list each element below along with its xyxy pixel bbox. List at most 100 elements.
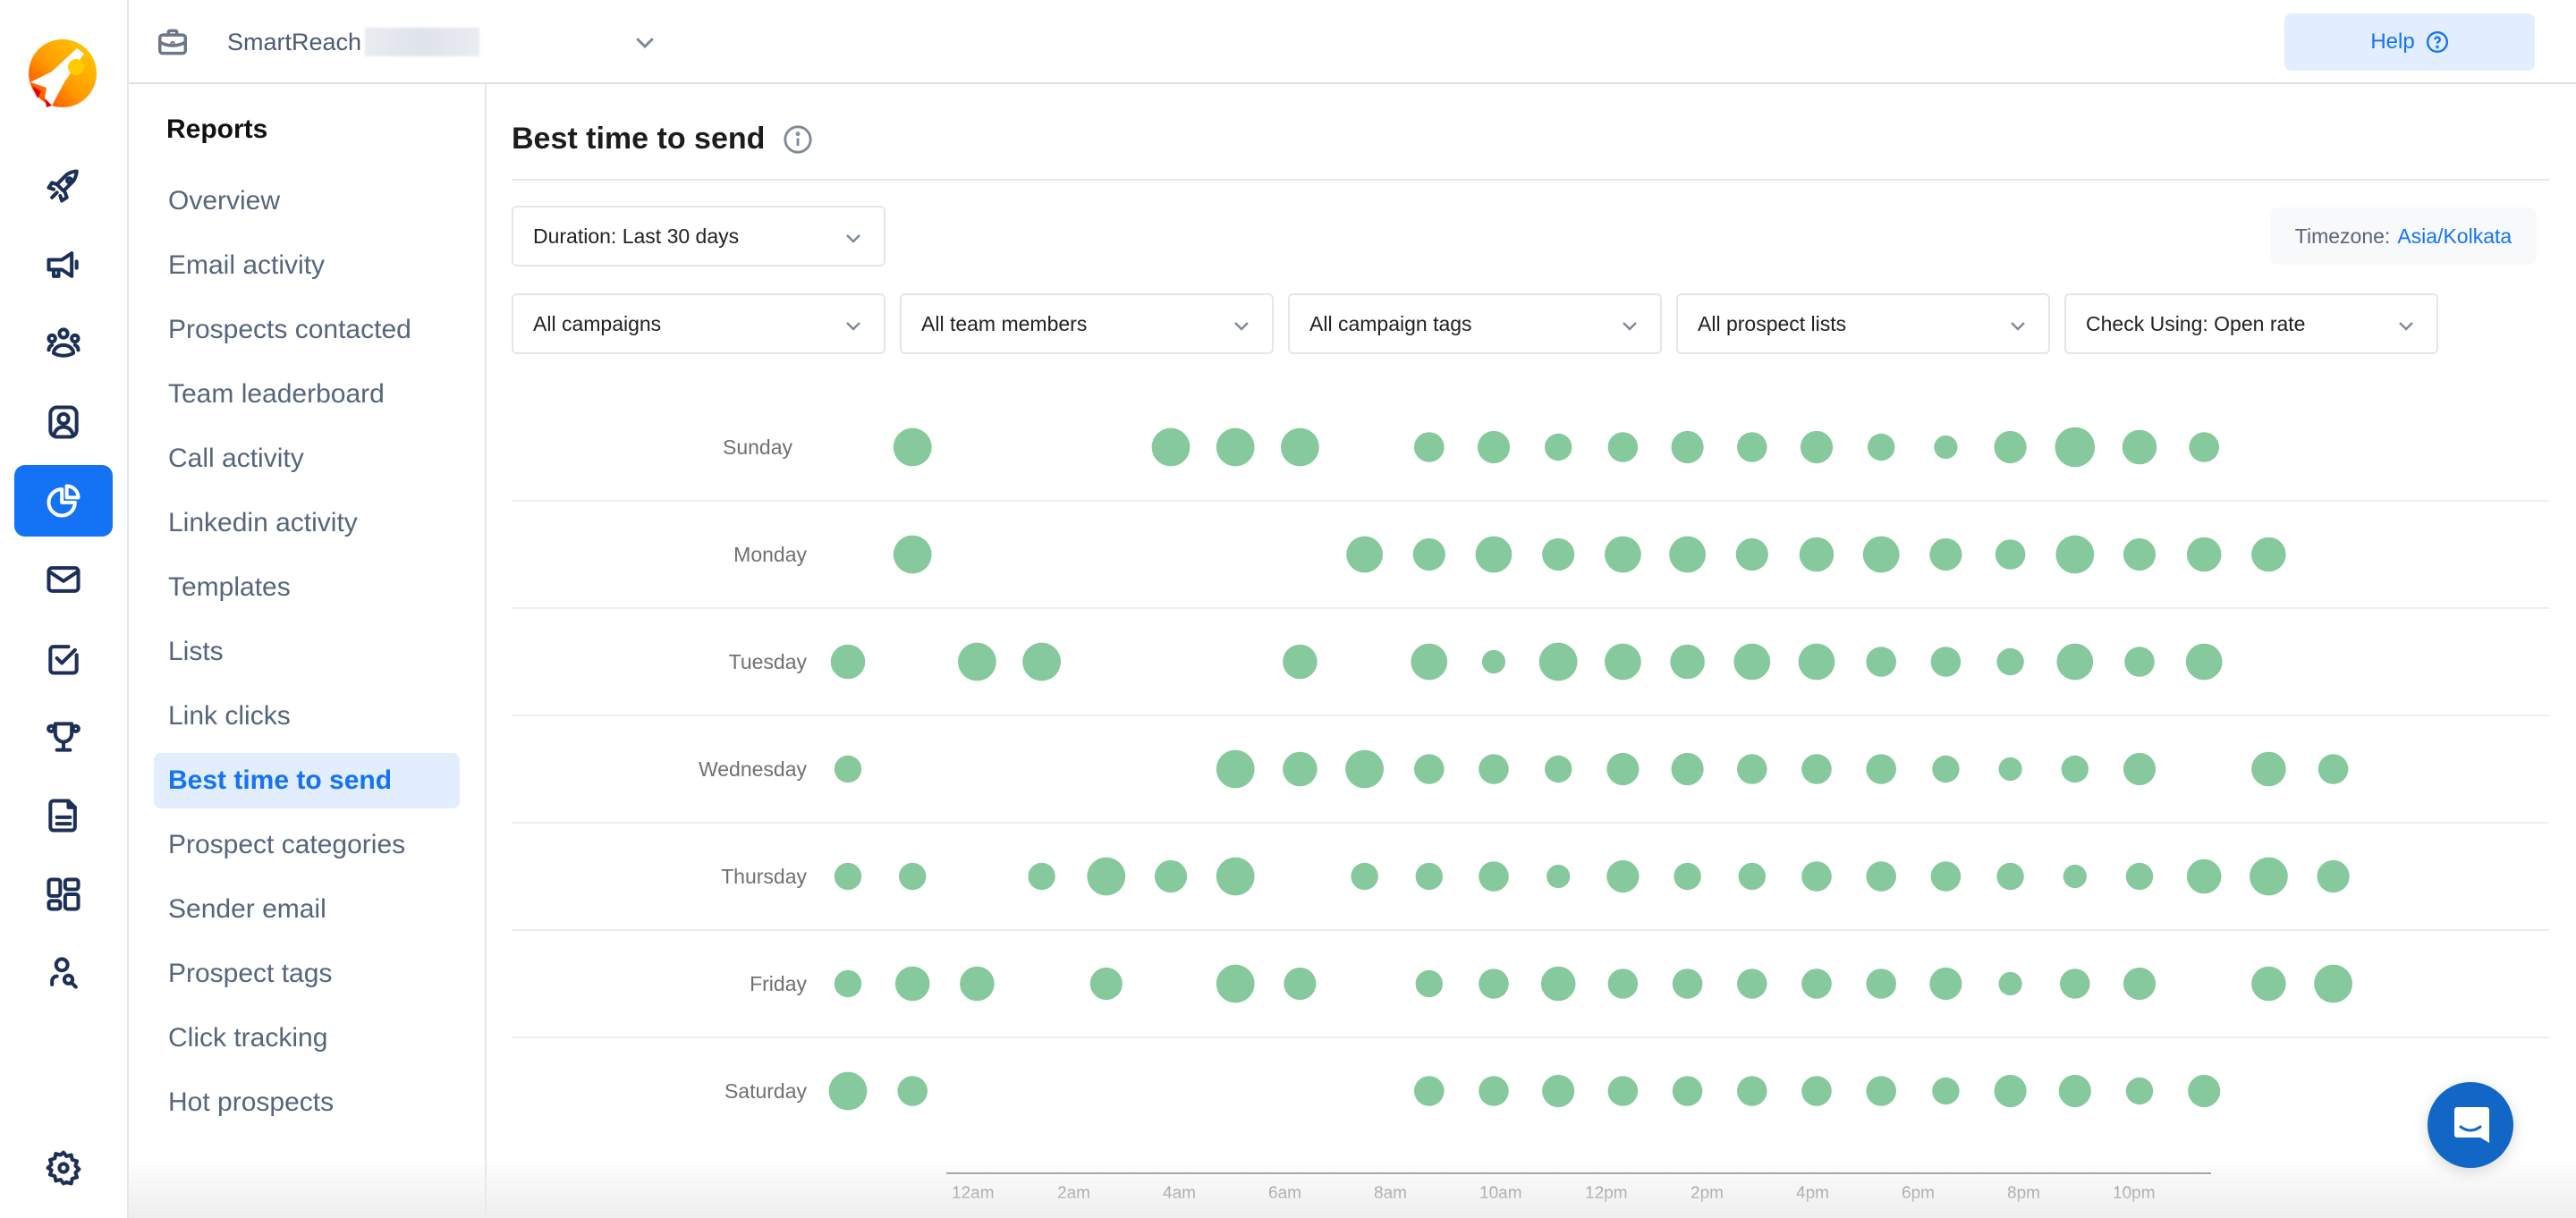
bubble-sunday-h9[interactable]: [1414, 432, 1445, 462]
rail-item-team[interactable]: [14, 308, 113, 379]
reports-nav-email-activity[interactable]: Email activity: [154, 238, 460, 293]
bubble-wednesday-h11[interactable]: [1545, 755, 1572, 783]
bubble-monday-h14[interactable]: [1735, 537, 1768, 571]
bubble-thursday-h21[interactable]: [2186, 859, 2222, 894]
campaigns-filter[interactable]: All campaigns: [512, 293, 886, 354]
bubble-thursday-h9[interactable]: [1415, 862, 1443, 891]
bubble-monday-h19[interactable]: [2055, 535, 2095, 574]
bubble-saturday-h18[interactable]: [1994, 1074, 2027, 1108]
bubble-wednesday-h6[interactable]: [1216, 749, 1255, 789]
bubble-tuesday-h13[interactable]: [1670, 644, 1705, 680]
bubble-monday-h20[interactable]: [2123, 537, 2157, 571]
bubble-friday-h22[interactable]: [2251, 966, 2286, 1002]
bubble-thursday-h22[interactable]: [2250, 857, 2288, 896]
bubble-sunday-h13[interactable]: [1671, 430, 1704, 464]
bubble-wednesday-h14[interactable]: [1737, 754, 1767, 784]
bubble-friday-h15[interactable]: [1801, 968, 1832, 999]
bubble-tuesday-h10[interactable]: [1481, 649, 1506, 674]
bubble-friday-h6[interactable]: [1216, 964, 1255, 1003]
smartreach-logo[interactable]: [25, 36, 100, 111]
bubble-friday-h16[interactable]: [1866, 968, 1896, 999]
bubble-friday-h11[interactable]: [1540, 966, 1576, 1002]
bubble-wednesday-h9[interactable]: [1414, 754, 1445, 784]
bubble-monday-h11[interactable]: [1542, 537, 1575, 571]
bubble-saturday-h11[interactable]: [1542, 1074, 1575, 1108]
bubble-saturday-h1[interactable]: [897, 1076, 928, 1106]
rail-item-settings[interactable]: [14, 1132, 113, 1204]
bubble-friday-h1[interactable]: [894, 966, 930, 1002]
bubble-sunday-h20[interactable]: [2122, 429, 2157, 465]
bubble-saturday-h19[interactable]: [2058, 1074, 2091, 1108]
bubble-monday-h21[interactable]: [2186, 537, 2222, 572]
bubble-wednesday-h18[interactable]: [1998, 757, 2022, 782]
reports-nav-team-leaderboard[interactable]: Team leaderboard: [154, 367, 460, 422]
bubble-wednesday-h7[interactable]: [1283, 751, 1318, 787]
rail-item-reports[interactable]: [14, 465, 113, 537]
bubble-sunday-h15[interactable]: [1800, 430, 1834, 464]
rail-item-campaigns-broadcast[interactable]: [14, 229, 113, 300]
rail-item-campaigns[interactable]: [14, 150, 113, 222]
bubble-wednesday-h10[interactable]: [1479, 754, 1509, 784]
timezone-value[interactable]: Asia/Kolkata: [2397, 224, 2512, 249]
bubble-monday-h15[interactable]: [1799, 537, 1835, 572]
bubble-thursday-h6[interactable]: [1216, 857, 1255, 896]
bubble-wednesday-h19[interactable]: [2061, 755, 2089, 783]
reports-nav-best-time-to-send[interactable]: Best time to send: [154, 753, 460, 808]
bubble-saturday-h12[interactable]: [1607, 1076, 1639, 1106]
reports-nav-prospect-categories[interactable]: Prospect categories: [154, 817, 460, 873]
bubble-sunday-h5[interactable]: [1151, 427, 1191, 467]
bubble-monday-h9[interactable]: [1412, 537, 1445, 571]
bubble-tuesday-h19[interactable]: [2056, 643, 2094, 681]
bubble-wednesday-h17[interactable]: [1932, 755, 1960, 783]
bubble-thursday-h19[interactable]: [2063, 864, 2087, 889]
rail-item-templates[interactable]: [14, 780, 113, 851]
bubble-friday-h12[interactable]: [1607, 968, 1639, 999]
bubble-saturday-h10[interactable]: [1479, 1076, 1509, 1106]
bubble-friday-h17[interactable]: [1929, 967, 1962, 1001]
bubble-sunday-h1[interactable]: [893, 427, 932, 467]
rail-item-leaderboard[interactable]: [14, 701, 113, 773]
prospect-lists-filter[interactable]: All prospect lists: [1676, 293, 2050, 354]
help-button[interactable]: Help: [2284, 13, 2535, 71]
bubble-friday-h18[interactable]: [1998, 971, 2022, 996]
bubble-saturday-h20[interactable]: [2125, 1077, 2154, 1105]
check-using-filter[interactable]: Check Using: Open rate: [2064, 293, 2438, 354]
bubble-friday-h23[interactable]: [2314, 964, 2352, 1003]
bubble-wednesday-h23[interactable]: [2318, 754, 2349, 784]
bubble-monday-h1[interactable]: [893, 535, 932, 574]
bubble-thursday-h16[interactable]: [1866, 861, 1896, 892]
bubble-tuesday-h9[interactable]: [1411, 643, 1448, 681]
reports-nav-sender-email[interactable]: Sender email: [154, 882, 460, 937]
bubble-tuesday-h17[interactable]: [1930, 647, 1962, 677]
campaign-tags-filter[interactable]: All campaign tags: [1288, 293, 1662, 354]
bubble-sunday-h17[interactable]: [1934, 435, 1958, 460]
bubble-wednesday-h8[interactable]: [1345, 749, 1384, 789]
bubble-thursday-h23[interactable]: [2317, 859, 2350, 893]
bubble-saturday-h9[interactable]: [1414, 1076, 1445, 1106]
bubble-sunday-h6[interactable]: [1216, 427, 1255, 467]
bubble-monday-h17[interactable]: [1929, 537, 1962, 571]
bubble-tuesday-h21[interactable]: [2185, 643, 2223, 681]
reports-nav-prospects-contacted[interactable]: Prospects contacted: [154, 302, 460, 358]
bubble-thursday-h20[interactable]: [2125, 862, 2154, 891]
bubble-tuesday-h2[interactable]: [958, 642, 996, 681]
bubble-saturday-h14[interactable]: [1737, 1076, 1767, 1106]
bubble-friday-h10[interactable]: [1479, 968, 1509, 999]
rail-item-inbox[interactable]: [14, 544, 113, 615]
reports-nav-link-clicks[interactable]: Link clicks: [154, 689, 460, 744]
rail-item-tasks[interactable]: [14, 622, 113, 694]
bubble-saturday-h15[interactable]: [1801, 1076, 1832, 1106]
bubble-friday-h19[interactable]: [2060, 968, 2090, 999]
support-chat-button[interactable]: [2428, 1082, 2513, 1168]
bubble-saturday-h16[interactable]: [1866, 1076, 1896, 1106]
reports-nav-linkedin-activity[interactable]: Linkedin activity: [154, 495, 460, 551]
bubble-tuesday-h7[interactable]: [1283, 644, 1318, 680]
reports-nav-templates[interactable]: Templates: [154, 560, 460, 615]
bubble-saturday-h17[interactable]: [1932, 1077, 1960, 1105]
team-members-filter[interactable]: All team members: [900, 293, 1274, 354]
bubble-friday-h2[interactable]: [960, 966, 995, 1002]
bubble-tuesday-h16[interactable]: [1866, 647, 1896, 677]
reports-nav-call-activity[interactable]: Call activity: [154, 431, 460, 486]
bubble-saturday-h21[interactable]: [2188, 1074, 2221, 1108]
bubble-tuesday-h12[interactable]: [1605, 643, 1641, 681]
